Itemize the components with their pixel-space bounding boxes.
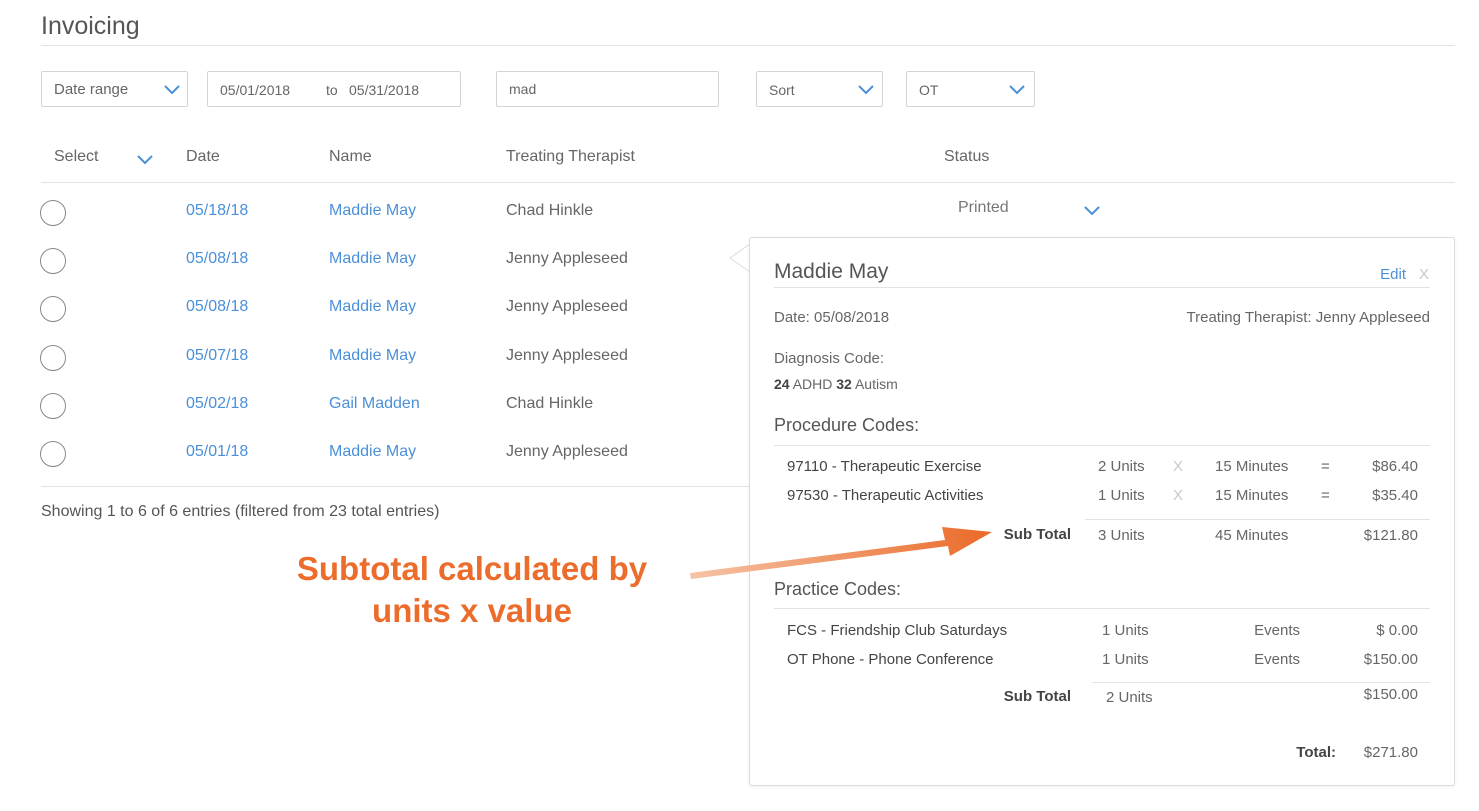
annotation-callout: Subtotal calculated by units x value (272, 548, 672, 632)
annotation-line-2: units x value (372, 592, 572, 629)
annotation-arrow-icon (690, 527, 992, 579)
annotation-line-1: Subtotal calculated by (296, 550, 648, 587)
